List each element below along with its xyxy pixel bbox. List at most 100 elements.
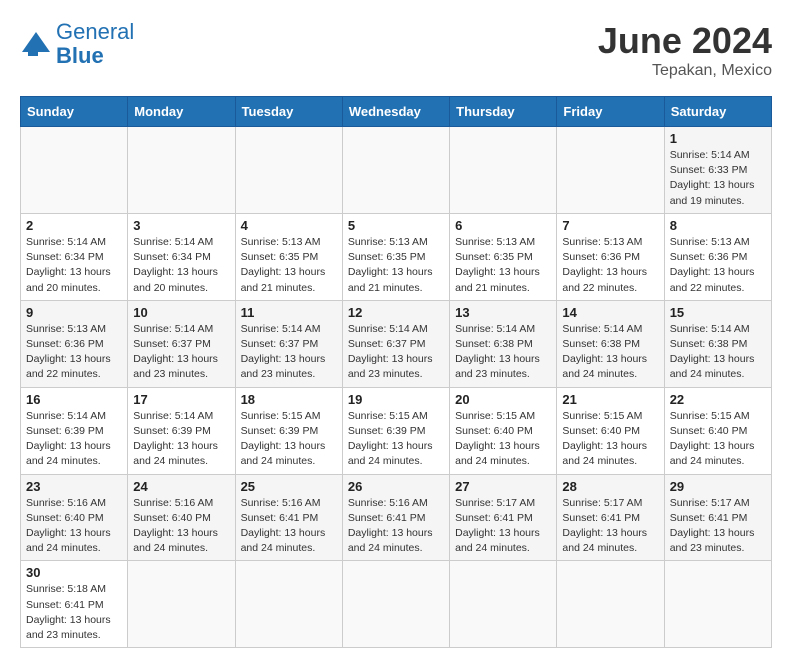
day-info: Sunrise: 5:14 AMSunset: 6:33 PMDaylight:… <box>670 148 766 209</box>
weekday-header-tuesday: Tuesday <box>235 97 342 127</box>
calendar-cell <box>235 561 342 648</box>
day-number: 10 <box>133 305 229 320</box>
calendar-cell: 2Sunrise: 5:14 AMSunset: 6:34 PMDaylight… <box>21 213 128 300</box>
calendar-cell: 28 Sunrise: 5:17 AMSunset: 6:41 PMDayligh… <box>557 474 664 561</box>
day-info: Sunrise: 5:17 AMSunset: 6:41 PMDaylight:… <box>562 496 658 557</box>
calendar-cell <box>342 561 449 648</box>
calendar-week-3: 9 Sunrise: 5:13 AMSunset: 6:36 PMDaylight… <box>21 300 772 387</box>
day-number: 3 <box>133 218 229 233</box>
calendar-cell: 13 Sunrise: 5:14 AMSunset: 6:38 PMDayligh… <box>450 300 557 387</box>
day-info: Sunrise: 5:13 AMSunset: 6:36 PMDaylight:… <box>26 322 122 383</box>
calendar-cell: 30 Sunrise: 5:18 AMSunset: 6:41 PMDayligh… <box>21 561 128 648</box>
day-number: 27 <box>455 479 551 494</box>
calendar-cell: 15 Sunrise: 5:14 AMSunset: 6:38 PMDayligh… <box>664 300 771 387</box>
day-number: 8 <box>670 218 766 233</box>
calendar-cell: 9 Sunrise: 5:13 AMSunset: 6:36 PMDaylight… <box>21 300 128 387</box>
day-info: Sunrise: 5:14 AMSunset: 6:37 PMDaylight:… <box>133 322 229 383</box>
day-info: Sunrise: 5:18 AMSunset: 6:41 PMDaylight:… <box>26 582 122 643</box>
day-number: 9 <box>26 305 122 320</box>
day-info: Sunrise: 5:16 AMSunset: 6:41 PMDaylight:… <box>241 496 337 557</box>
day-info: Sunrise: 5:13 AMSunset: 6:35 PMDaylight:… <box>455 235 551 296</box>
weekday-header-friday: Friday <box>557 97 664 127</box>
day-number: 24 <box>133 479 229 494</box>
calendar-table: SundayMondayTuesdayWednesdayThursdayFrid… <box>20 96 772 648</box>
day-number: 30 <box>26 565 122 580</box>
day-info: Sunrise: 5:14 AMSunset: 6:38 PMDaylight:… <box>670 322 766 383</box>
calendar-cell: 5 Sunrise: 5:13 AMSunset: 6:35 PMDaylight… <box>342 213 449 300</box>
day-info: Sunrise: 5:16 AMSunset: 6:40 PMDaylight:… <box>26 496 122 557</box>
calendar-cell: 23 Sunrise: 5:16 AMSunset: 6:40 PMDayligh… <box>21 474 128 561</box>
day-info: Sunrise: 5:14 AMSunset: 6:34 PMDaylight:… <box>133 235 229 296</box>
weekday-header-row: SundayMondayTuesdayWednesdayThursdayFrid… <box>21 97 772 127</box>
day-number: 19 <box>348 392 444 407</box>
day-number: 23 <box>26 479 122 494</box>
day-number: 7 <box>562 218 658 233</box>
calendar-week-6: 30 Sunrise: 5:18 AMSunset: 6:41 PMDayligh… <box>21 561 772 648</box>
day-number: 2 <box>26 218 122 233</box>
day-number: 29 <box>670 479 766 494</box>
day-number: 13 <box>455 305 551 320</box>
calendar-week-2: 2 Sunrise: 5:14 AMSunset: 6:34 PMDaylight… <box>21 213 772 300</box>
weekday-header-monday: Monday <box>128 97 235 127</box>
day-info: Sunrise: 5:17 AMSunset: 6:41 PMDaylight:… <box>670 496 766 557</box>
calendar-cell: 27 Sunrise: 5:17 AMSunset: 6:41 PMDayligh… <box>450 474 557 561</box>
calendar-cell: 24 Sunrise: 5:16 AMSunset: 6:40 PMDayligh… <box>128 474 235 561</box>
day-number: 15 <box>670 305 766 320</box>
calendar-cell: 16Sunrise: 5:14 AMSunset: 6:39 PMDayligh… <box>21 387 128 474</box>
calendar-cell <box>235 127 342 214</box>
calendar-cell: 20 Sunrise: 5:15 AMSunset: 6:40 PMDayligh… <box>450 387 557 474</box>
calendar-cell <box>128 561 235 648</box>
calendar-cell: 4 Sunrise: 5:13 AMSunset: 6:35 PMDaylight… <box>235 213 342 300</box>
page-header: General Blue June 2024 Tepakan, Mexico <box>20 20 772 80</box>
day-info: Sunrise: 5:13 AMSunset: 6:36 PMDaylight:… <box>562 235 658 296</box>
logo-blue: Blue <box>56 43 104 68</box>
day-number: 25 <box>241 479 337 494</box>
day-info: Sunrise: 5:15 AMSunset: 6:40 PMDaylight:… <box>455 409 551 470</box>
day-number: 18 <box>241 392 337 407</box>
weekday-header-thursday: Thursday <box>450 97 557 127</box>
calendar-cell <box>128 127 235 214</box>
calendar-cell: 18Sunrise: 5:15 AMSunset: 6:39 PMDayligh… <box>235 387 342 474</box>
calendar-cell <box>557 561 664 648</box>
title-block: June 2024 Tepakan, Mexico <box>598 20 772 80</box>
calendar-week-5: 23 Sunrise: 5:16 AMSunset: 6:40 PMDayligh… <box>21 474 772 561</box>
calendar-cell: 6 Sunrise: 5:13 AMSunset: 6:35 PMDaylight… <box>450 213 557 300</box>
day-number: 14 <box>562 305 658 320</box>
calendar-cell <box>450 127 557 214</box>
day-number: 22 <box>670 392 766 407</box>
day-info: Sunrise: 5:14 AMSunset: 6:37 PMDaylight:… <box>348 322 444 383</box>
day-number: 5 <box>348 218 444 233</box>
day-info: Sunrise: 5:16 AMSunset: 6:40 PMDaylight:… <box>133 496 229 557</box>
calendar-cell: 11 Sunrise: 5:14 AMSunset: 6:37 PMDayligh… <box>235 300 342 387</box>
day-info: Sunrise: 5:13 AMSunset: 6:35 PMDaylight:… <box>348 235 444 296</box>
day-info: Sunrise: 5:17 AMSunset: 6:41 PMDaylight:… <box>455 496 551 557</box>
logo: General Blue <box>20 20 134 68</box>
calendar-cell: 26Sunrise: 5:16 AMSunset: 6:41 PMDayligh… <box>342 474 449 561</box>
logo-text: General Blue <box>56 20 134 68</box>
calendar-cell <box>21 127 128 214</box>
day-number: 26 <box>348 479 444 494</box>
calendar-cell: 7 Sunrise: 5:13 AMSunset: 6:36 PMDaylight… <box>557 213 664 300</box>
calendar-cell: 3 Sunrise: 5:14 AMSunset: 6:34 PMDaylight… <box>128 213 235 300</box>
calendar-cell <box>664 561 771 648</box>
day-number: 4 <box>241 218 337 233</box>
day-number: 28 <box>562 479 658 494</box>
day-info: Sunrise: 5:14 AMSunset: 6:39 PMDaylight:… <box>26 409 122 470</box>
calendar-cell: 19Sunrise: 5:15 AMSunset: 6:39 PMDayligh… <box>342 387 449 474</box>
calendar-cell: 14Sunrise: 5:14 AMSunset: 6:38 PMDayligh… <box>557 300 664 387</box>
calendar-cell <box>450 561 557 648</box>
day-info: Sunrise: 5:14 AMSunset: 6:38 PMDaylight:… <box>455 322 551 383</box>
calendar-cell: 10 Sunrise: 5:14 AMSunset: 6:37 PMDayligh… <box>128 300 235 387</box>
calendar-cell: 29 Sunrise: 5:17 AMSunset: 6:41 PMDayligh… <box>664 474 771 561</box>
day-info: Sunrise: 5:15 AMSunset: 6:40 PMDaylight:… <box>562 409 658 470</box>
day-number: 11 <box>241 305 337 320</box>
calendar-cell: 8Sunrise: 5:13 AMSunset: 6:36 PMDaylight… <box>664 213 771 300</box>
day-number: 12 <box>348 305 444 320</box>
day-number: 20 <box>455 392 551 407</box>
day-number: 6 <box>455 218 551 233</box>
weekday-header-saturday: Saturday <box>664 97 771 127</box>
day-info: Sunrise: 5:13 AMSunset: 6:35 PMDaylight:… <box>241 235 337 296</box>
day-info: Sunrise: 5:14 AMSunset: 6:37 PMDaylight:… <box>241 322 337 383</box>
day-info: Sunrise: 5:14 AMSunset: 6:39 PMDaylight:… <box>133 409 229 470</box>
day-info: Sunrise: 5:15 AMSunset: 6:40 PMDaylight:… <box>670 409 766 470</box>
